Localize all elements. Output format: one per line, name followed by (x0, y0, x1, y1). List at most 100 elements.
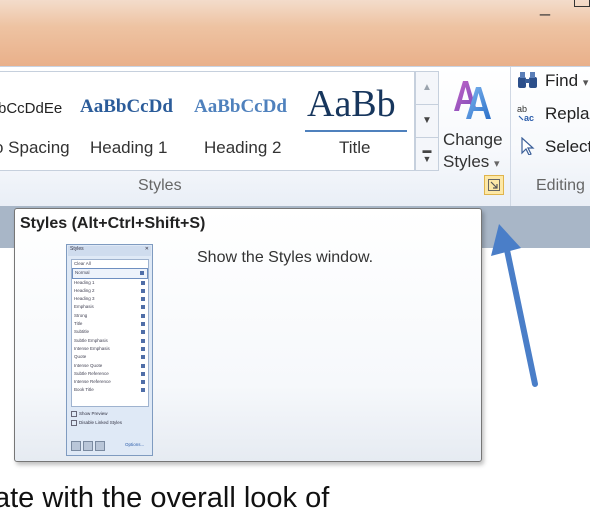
thumbnail-style-row: Heading 3 (72, 295, 148, 303)
checkbox-icon (71, 420, 77, 426)
style-heading-1[interactable]: AaBbCcDd Heading 1 (80, 72, 192, 170)
thumbnail-style-row: Title (72, 320, 148, 328)
paragraph-mark-icon (140, 271, 144, 276)
editing-group-label: Editing (536, 177, 585, 194)
gallery-down-button[interactable]: ▼ (416, 105, 438, 138)
window-title-bar: _ (0, 0, 590, 66)
new-style-icon (71, 441, 81, 451)
close-icon: ✕ (144, 246, 149, 252)
paragraph-mark-icon (141, 355, 145, 360)
thumbnail-style-row: Quote (72, 353, 148, 361)
change-styles-line1: Change (443, 130, 503, 149)
thumbnail-style-list: Clear All Normal Heading 1 Heading 2 Heading… (71, 259, 149, 407)
styles-dialog-launcher-button[interactable] (484, 175, 504, 195)
thumbnail-style-row: Intense Emphasis (72, 345, 148, 353)
paragraph-mark-icon (141, 380, 145, 385)
style-heading-2[interactable]: AaBbCcDd Heading 2 (194, 72, 302, 170)
thumbnail-option-preview: Show Preview (71, 411, 108, 417)
styles-group-label: Styles (138, 177, 182, 194)
dialog-launcher-icon (488, 179, 500, 191)
thumbnail-style-name: Clear All (74, 261, 91, 266)
style-label: Heading 1 (90, 138, 168, 157)
find-button[interactable]: Find ▾ (517, 71, 588, 91)
thumbnail-style-name: Intense Emphasis (74, 345, 110, 351)
manage-styles-icon (95, 441, 105, 451)
style-label: Heading 2 (204, 138, 282, 157)
chevron-down-icon: ▾ (494, 158, 500, 170)
paragraph-mark-icon (141, 338, 145, 343)
title-underline (305, 130, 407, 132)
select-button[interactable]: Select (517, 137, 590, 157)
chevron-down-icon: ▾ (582, 77, 589, 89)
thumbnail-option-linked: Disable Linked Styles (71, 420, 122, 426)
gallery-more-button[interactable]: ▬ ▼ (416, 138, 438, 170)
style-label: o Spacing (0, 138, 70, 157)
ribbon: bCcDdEe o Spacing AaBbCcDd Heading 1 AaB… (0, 66, 590, 207)
option-linked-label: Disable Linked Styles (79, 420, 123, 426)
find-label: Find (545, 71, 579, 90)
thumbnail-style-name: Quote (74, 354, 87, 360)
thumbnail-style-row: Heading 2 (72, 287, 148, 295)
thumbnail-style-row: Subtle Emphasis (72, 337, 148, 345)
replace-icon: ab ac (517, 104, 534, 122)
checkbox-icon (71, 411, 77, 417)
tooltip-title: Styles (Alt+Ctrl+Shift+S) (20, 215, 206, 232)
thumbnail-style-row: Heading 1 (72, 279, 148, 287)
style-no-spacing[interactable]: bCcDdEe o Spacing (0, 72, 70, 170)
thumbnail-style-name: Normal (75, 270, 90, 276)
paragraph-mark-icon (141, 297, 145, 302)
thumbnail-style-row: Intense Reference (72, 378, 148, 386)
style-sample: bCcDdEe (0, 100, 63, 117)
thumbnail-style-row: Subtle Reference (72, 370, 148, 378)
more-icon: ▬ ▼ (422, 145, 432, 164)
thumbnail-style-name: Subtle Reference (74, 370, 109, 376)
gallery-scroll: ▲ ▼ ▬ ▼ (415, 71, 439, 171)
paragraph-mark-icon (141, 322, 145, 327)
thumbnail-header-label: Styles (70, 246, 84, 252)
binoculars-icon (518, 72, 537, 88)
thumbnail-style-name: Heading 1 (74, 279, 95, 285)
replace-button[interactable]: ab ac Repla (517, 104, 589, 124)
style-sample: AaBbCcDd (194, 96, 287, 117)
thumbnail-style-name: Intense Quote (74, 362, 103, 368)
replace-label: Repla (545, 104, 590, 123)
style-inspector-icon (83, 441, 93, 451)
thumbnail-style-name: Title (74, 321, 83, 327)
thumbnail-style-row: Book Title (72, 386, 148, 394)
paragraph-mark-icon (141, 305, 145, 310)
change-styles-line2: Styles (443, 152, 490, 171)
gallery-up-button[interactable]: ▲ (416, 72, 438, 105)
style-label: Title (339, 138, 371, 157)
style-title[interactable]: AaBb Title (305, 72, 413, 170)
svg-text:ac: ac (524, 113, 534, 122)
thumbnail-style-name: Heading 2 (74, 287, 95, 293)
paragraph-mark-icon (141, 280, 145, 285)
thumbnail-style-row: Emphasis (72, 303, 148, 311)
paragraph-mark-icon (141, 330, 145, 335)
style-gallery: bCcDdEe o Spacing AaBbCcDd Heading 1 AaB… (0, 71, 415, 171)
thumbnail-style-row: Subtitle (72, 328, 148, 336)
thumbnail-style-row: Intense Quote (72, 362, 148, 370)
annotation-arrow (491, 224, 538, 387)
option-preview-label: Show Preview (79, 411, 108, 417)
document-text: ate with the overall look of (0, 482, 330, 514)
styles-window-thumbnail: Styles ✕ Clear All Normal Heading 1 Heading… (66, 244, 153, 456)
style-sample: AaBbCcDd (80, 96, 173, 117)
thumbnail-style-row: Strong (72, 312, 148, 320)
select-label: Select (545, 137, 590, 156)
thumbnail-style-name: Strong (74, 312, 88, 318)
style-sample: AaBb (307, 83, 396, 125)
styles-tooltip: Styles (Alt+Ctrl+Shift+S) Show the Style… (14, 208, 482, 462)
change-styles-button[interactable]: Change Styles ▾ (440, 71, 506, 171)
paragraph-mark-icon (141, 363, 145, 368)
paragraph-mark-icon (141, 346, 145, 351)
thumbnail-style-name: Emphasis (74, 304, 94, 310)
thumbnail-style-name: Subtle Emphasis (74, 337, 108, 343)
thumbnail-style-name: Subtitle (74, 329, 90, 335)
maximize-button[interactable] (574, 0, 590, 7)
paragraph-mark-icon (141, 371, 145, 376)
minimize-button[interactable]: _ (540, 0, 550, 17)
change-styles-icon (454, 81, 491, 119)
paragraph-mark-icon (141, 313, 145, 318)
thumbnail-style-name: Intense Reference (74, 379, 111, 385)
